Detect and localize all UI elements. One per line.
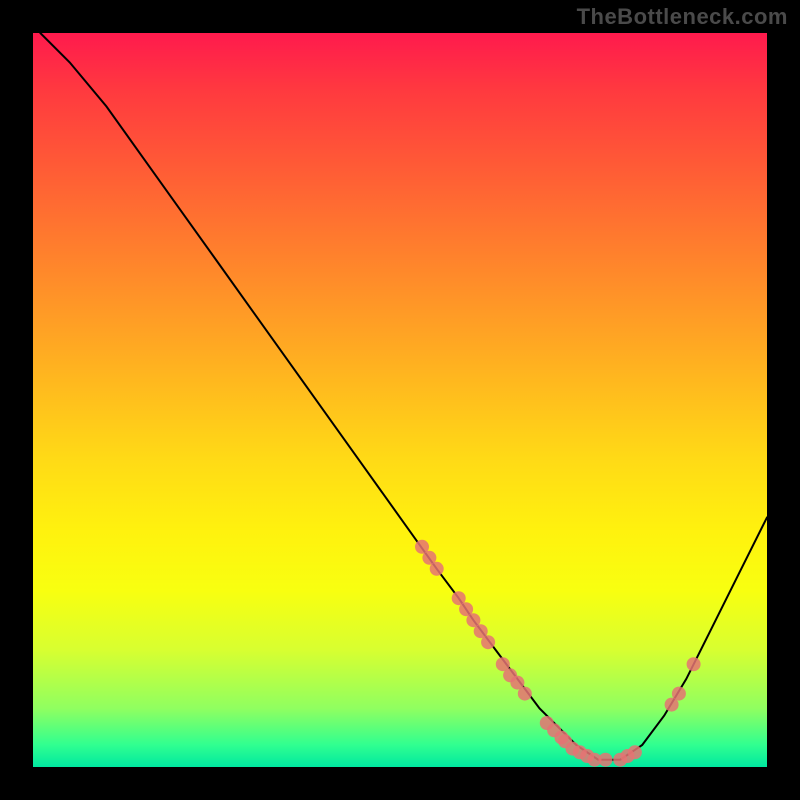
scatter-dot	[628, 745, 642, 759]
scatter-dot	[481, 635, 495, 649]
scatter-dot	[672, 687, 686, 701]
scatter-dot	[518, 687, 532, 701]
scatter-dot	[430, 562, 444, 576]
scatter-dot	[687, 657, 701, 671]
bottleneck-curve	[40, 33, 767, 760]
chart-overlay-svg	[33, 33, 767, 767]
watermark-text: TheBottleneck.com	[577, 4, 788, 30]
scatter-dot	[599, 753, 613, 767]
plot-area	[33, 33, 767, 767]
chart-frame: TheBottleneck.com	[0, 0, 800, 800]
scatter-dots	[415, 540, 701, 767]
